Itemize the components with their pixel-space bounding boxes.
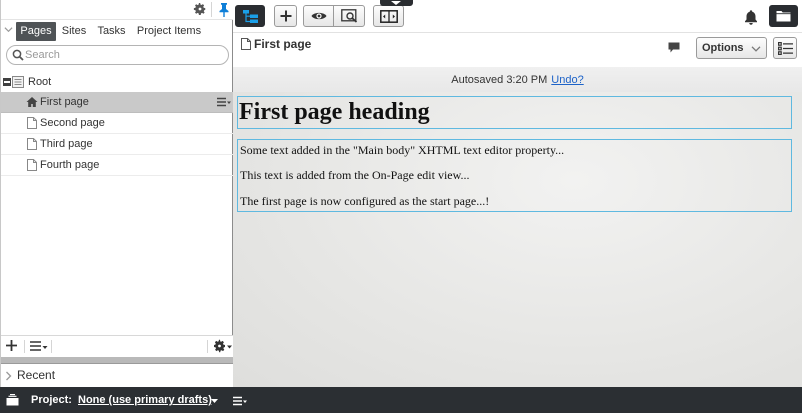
plus-icon[interactable] [5,339,18,352]
tree-node-label: Root [28,76,52,88]
chevron-right-icon [6,371,12,381]
global-toolbar [233,0,802,33]
compare-button[interactable] [373,5,404,27]
tab-project-items[interactable]: Project Items [132,22,206,41]
search-box [6,45,229,65]
preview-button[interactable] [333,5,365,27]
options-label: Options [702,42,744,54]
properties-view-button[interactable] [773,37,797,59]
list-menu-icon[interactable] [233,396,247,406]
gear-icon[interactable] [213,339,232,353]
tree-icon [243,10,258,23]
plus-icon [280,10,292,22]
search-input[interactable] [25,48,220,62]
compare-icon [380,10,398,23]
project-bar: Project: None (use primary drafts) [0,387,802,413]
divider [207,340,208,353]
navigation-pane: Pages Sites Tasks Project Items Root Fir… [0,0,233,387]
body-paragraph: Some text added in the "Main body" XHTML… [240,143,565,157]
tab-tasks[interactable]: Tasks [91,22,132,41]
toggle-navigation-button[interactable] [235,5,265,27]
navigation-pane-header [1,0,233,20]
collapse-toggle[interactable] [3,78,11,86]
body-paragraph: The first page is now configured as the … [240,194,490,208]
page-icon [27,117,37,129]
pin-icon[interactable] [218,2,230,17]
tree-node-page[interactable]: Fourth page [1,155,233,176]
add-button[interactable] [274,5,297,27]
search-icon [12,49,24,61]
comment-icon[interactable] [668,42,680,53]
assets-button[interactable] [769,5,798,27]
on-page-edit-canvas: First page heading Some text added in th… [233,92,802,387]
options-button[interactable]: Options [696,37,767,59]
caret-down-icon[interactable] [211,399,218,403]
divider [211,2,212,17]
home-icon [26,97,38,107]
page-icon [241,38,251,50]
tree-node-label: Third page [40,138,93,150]
navigation-tabs: Pages Sites Tasks Project Items [1,20,233,41]
divider [51,340,52,353]
page-icon [27,159,37,171]
root-icon [12,76,24,88]
document-header: First page Options [233,33,802,67]
tree-node-page[interactable]: Third page [1,134,233,155]
tree-node-label: Second page [40,117,105,129]
folder-icon [776,11,791,22]
page-title: First page [254,37,312,51]
tree-node-page[interactable]: Second page [1,113,233,134]
chevron-down-icon [751,46,761,52]
bell-icon[interactable] [743,9,759,25]
tree-node-page[interactable]: First page [1,92,233,113]
undo-link[interactable]: Undo? [551,74,583,86]
main-body-property-block[interactable]: Some text added in the "Main body" XHTML… [237,139,792,212]
autosave-notice: Autosaved 3:20 PM Undo? [233,67,802,92]
tree-node-label: First page [40,96,89,108]
recent-section[interactable]: Recent [1,363,233,387]
context-menu-icon[interactable] [217,97,231,107]
page-heading: First page heading [239,99,430,125]
project-selector[interactable]: None (use primary drafts) [78,394,212,406]
project-icon [6,394,19,406]
body-paragraph: This text is added from the On-Page edit… [240,168,470,182]
tab-pages[interactable]: Pages [16,22,56,41]
tab-sites[interactable]: Sites [57,22,91,41]
project-label: Project: [31,394,72,406]
tree-node-label: Fourth page [40,159,100,171]
eye-icon [311,12,327,20]
divider [24,340,25,353]
chevron-down-icon[interactable] [4,25,13,34]
tree-toolbar [1,335,233,357]
recent-label: Recent [17,368,56,382]
view-mode-button[interactable] [303,5,334,27]
page-icon [27,138,37,150]
tree-node-root[interactable]: Root [1,72,233,93]
preview-icon [341,9,358,23]
list-icon [778,42,793,55]
editor-pane: First page Options Autosaved 3:20 PM Undo… [233,0,802,387]
autosave-text: Autosaved 3:20 PM [451,74,548,86]
compare-dropdown-tab[interactable] [380,0,413,6]
gear-icon[interactable] [193,2,207,16]
list-menu-icon[interactable] [30,340,48,352]
heading-property-block[interactable]: First page heading [237,96,792,129]
